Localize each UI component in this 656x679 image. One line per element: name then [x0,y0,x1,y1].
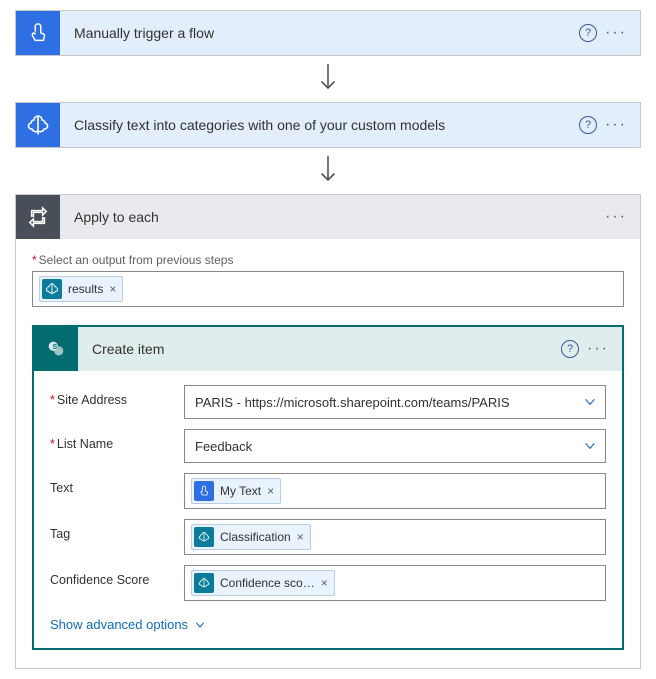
row-site-address: Site Address PARIS - https://microsoft.s… [50,385,606,419]
connector-arrow [15,56,641,102]
text-input[interactable]: My Text × [184,473,606,509]
step-apply-to-each: Apply to each ··· Select an output from … [15,194,641,669]
more-icon: ··· [605,116,627,134]
loop-icon [16,195,60,239]
step-manual-trigger[interactable]: Manually trigger a flow ? ··· [15,10,641,56]
label-site-address: Site Address [50,385,184,407]
brain-icon [16,103,60,147]
connector-arrow [15,148,641,194]
form-body: Site Address PARIS - https://microsoft.s… [34,371,622,648]
site-address-value: PARIS - https://microsoft.sharepoint.com… [195,395,510,410]
step-title: Apply to each [60,209,602,225]
ai-icon [194,573,214,593]
token-remove[interactable]: × [297,530,304,544]
ai-icon [42,279,62,299]
ai-icon [194,527,214,547]
sharepoint-icon: S [34,327,78,371]
touch-icon [16,11,60,55]
help-button[interactable]: ? [556,335,584,363]
step-classify-text[interactable]: Classify text into categories with one o… [15,102,641,148]
row-list-name: List Name Feedback [50,429,606,463]
chevron-down-icon [194,619,206,631]
token-label: My Text [220,484,261,498]
select-output-label: Select an output from previous steps [32,253,624,267]
list-name-value: Feedback [195,439,252,454]
help-button[interactable]: ? [574,111,602,139]
show-advanced-options[interactable]: Show advanced options [50,611,206,638]
confidence-input[interactable]: Confidence sco… × [184,565,606,601]
row-confidence: Confidence Score Confidence sco… × [50,565,606,601]
more-icon: ··· [605,24,627,42]
more-icon: ··· [605,208,627,226]
apply-body: Select an output from previous steps res… [16,239,640,668]
help-icon: ? [561,340,579,358]
label-tag: Tag [50,519,184,541]
site-address-select[interactable]: PARIS - https://microsoft.sharepoint.com… [184,385,606,419]
token-remove[interactable]: × [321,576,328,590]
more-button[interactable]: ··· [584,335,612,363]
more-button[interactable]: ··· [602,203,630,231]
step-header[interactable]: S Create item ? ··· [34,327,622,371]
label-list-name: List Name [50,429,184,451]
token-label: Confidence sco… [220,576,315,590]
step-header[interactable]: Apply to each ··· [16,195,640,239]
token-remove[interactable]: × [109,282,116,296]
step-header: Manually trigger a flow ? ··· [16,11,640,55]
row-text: Text My Text × [50,473,606,509]
step-title: Manually trigger a flow [60,25,574,41]
select-output-input[interactable]: results × [32,271,624,307]
list-name-select[interactable]: Feedback [184,429,606,463]
more-icon: ··· [587,340,609,358]
label-confidence: Confidence Score [50,565,184,587]
more-button[interactable]: ··· [602,19,630,47]
help-icon: ? [579,24,597,42]
token-classification[interactable]: Classification × [191,524,311,550]
chevron-down-icon [583,395,597,409]
help-button[interactable]: ? [574,19,602,47]
tag-input[interactable]: Classification × [184,519,606,555]
step-title: Classify text into categories with one o… [60,117,574,133]
token-results[interactable]: results × [39,276,123,302]
chevron-down-icon [583,439,597,453]
token-label: results [68,282,103,296]
token-label: Classification [220,530,291,544]
more-button[interactable]: ··· [602,111,630,139]
svg-text:S: S [52,342,57,351]
help-icon: ? [579,116,597,134]
label-text: Text [50,473,184,495]
token-remove[interactable]: × [267,484,274,498]
step-title: Create item [78,341,556,357]
step-header: Classify text into categories with one o… [16,103,640,147]
touch-icon [194,481,214,501]
step-create-item: S Create item ? ··· Site Address PARIS -… [32,325,624,650]
advanced-label: Show advanced options [50,617,188,632]
row-tag: Tag Classification × [50,519,606,555]
token-my-text[interactable]: My Text × [191,478,281,504]
token-confidence-score[interactable]: Confidence sco… × [191,570,335,596]
